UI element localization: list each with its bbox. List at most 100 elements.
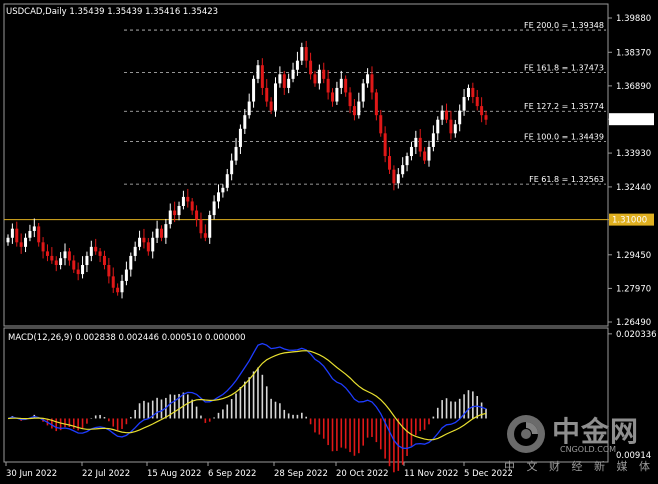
candle-down — [265, 87, 269, 102]
candle-down — [374, 92, 378, 116]
candle-up — [81, 265, 85, 275]
candle-up — [405, 156, 409, 166]
candle-down — [94, 246, 98, 252]
candle-up — [28, 230, 32, 238]
candle-down — [370, 74, 374, 93]
candle-up — [278, 74, 282, 84]
candle-up — [32, 226, 36, 231]
candle-down — [260, 65, 264, 88]
price-tick-label: 1.33930 — [616, 149, 651, 159]
candle-up — [120, 280, 124, 293]
candle-down — [111, 276, 115, 288]
candle-up — [440, 110, 444, 120]
candle-up — [124, 269, 128, 281]
candle-down — [388, 156, 392, 170]
candle-up — [24, 237, 28, 247]
candle-up — [155, 228, 159, 238]
candle-up — [335, 87, 339, 102]
candle-down — [344, 78, 348, 93]
price-tick-label: 1.39880 — [616, 14, 651, 24]
candle-down — [199, 219, 203, 234]
price-tick-label: 1.27970 — [616, 284, 651, 294]
candle-up — [208, 215, 212, 238]
candle-down — [379, 115, 383, 134]
candle-down — [282, 74, 286, 88]
candle-up — [238, 128, 242, 147]
date-tick-label: 30 Jun 2022 — [6, 469, 57, 479]
candle-up — [458, 110, 462, 125]
candle-up — [221, 187, 225, 193]
candle-down — [72, 260, 76, 270]
candle-down — [423, 151, 427, 161]
candle-up — [138, 237, 142, 247]
candle-up — [234, 146, 238, 161]
candle-up — [361, 83, 365, 102]
candle-down — [67, 251, 71, 261]
candle-down — [322, 69, 326, 79]
candle-down — [37, 226, 41, 243]
candle-down — [98, 251, 102, 256]
candle-down — [159, 228, 163, 238]
candle-up — [168, 210, 172, 225]
price-tick-label: 1.38370 — [616, 48, 651, 58]
price-tick-label: 1.29450 — [616, 251, 651, 261]
candle-down — [269, 101, 273, 111]
chart-title: USDCAD,Daily 1.35439 1.35439 1.35416 1.3… — [6, 7, 218, 17]
candle-up — [436, 119, 440, 134]
date-tick-label: 22 Jul 2022 — [82, 469, 130, 479]
candle-down — [15, 228, 19, 243]
price-tick-label: 1.36890 — [616, 82, 651, 92]
candle-down — [383, 133, 387, 157]
candle-up — [243, 115, 247, 129]
date-tick-label: 20 Oct 2022 — [336, 469, 389, 479]
candle-up — [339, 78, 343, 88]
candle-up — [291, 69, 295, 79]
candle-down — [190, 201, 194, 211]
candle-up — [164, 224, 168, 238]
candle-down — [41, 242, 45, 252]
candle-up — [414, 137, 418, 147]
candle-down — [50, 255, 54, 261]
candle-up — [396, 174, 400, 184]
candle-up — [10, 228, 14, 238]
candle-up — [287, 78, 291, 88]
candle-down — [76, 269, 80, 275]
candle-down — [418, 137, 422, 152]
logo-icon — [507, 415, 545, 453]
candle-up — [63, 251, 67, 259]
candle-down — [173, 210, 177, 216]
candle-down — [102, 255, 106, 266]
candle-down — [392, 169, 396, 184]
candle-down — [203, 233, 207, 238]
candle-up — [366, 74, 370, 84]
candle-up — [453, 124, 457, 134]
candle-up — [59, 258, 63, 266]
candle-down — [107, 265, 111, 277]
candle-down — [186, 196, 190, 202]
candle-down — [348, 92, 352, 107]
candle-up — [357, 101, 361, 116]
candle-down — [309, 60, 313, 75]
candle-down — [484, 115, 488, 120]
candle-up — [133, 246, 137, 256]
candle-down — [326, 78, 330, 93]
candle-up — [247, 101, 251, 116]
date-tick-label: 15 Aug 2022 — [147, 469, 201, 479]
horizontal-level-badge-label: 1.31000 — [612, 216, 647, 226]
candle-up — [462, 97, 466, 111]
candle-down — [195, 210, 199, 220]
candle-up — [295, 60, 299, 70]
candle-up — [85, 255, 89, 266]
fibonacci-level-label: FE 200.0 = 1.39348 — [524, 21, 604, 30]
candle-up — [256, 65, 260, 79]
candle-up — [274, 83, 278, 111]
candle-up — [6, 237, 10, 243]
candle-up — [151, 237, 155, 252]
candle-down — [480, 106, 484, 116]
candle-up — [177, 205, 181, 216]
candle-down — [19, 242, 23, 247]
candle-up — [230, 160, 234, 175]
candle-up — [401, 165, 405, 175]
macd-title: MACD(12,26,9) 0.002838 0.002446 0.000510… — [8, 333, 246, 343]
candle-up — [431, 133, 435, 147]
